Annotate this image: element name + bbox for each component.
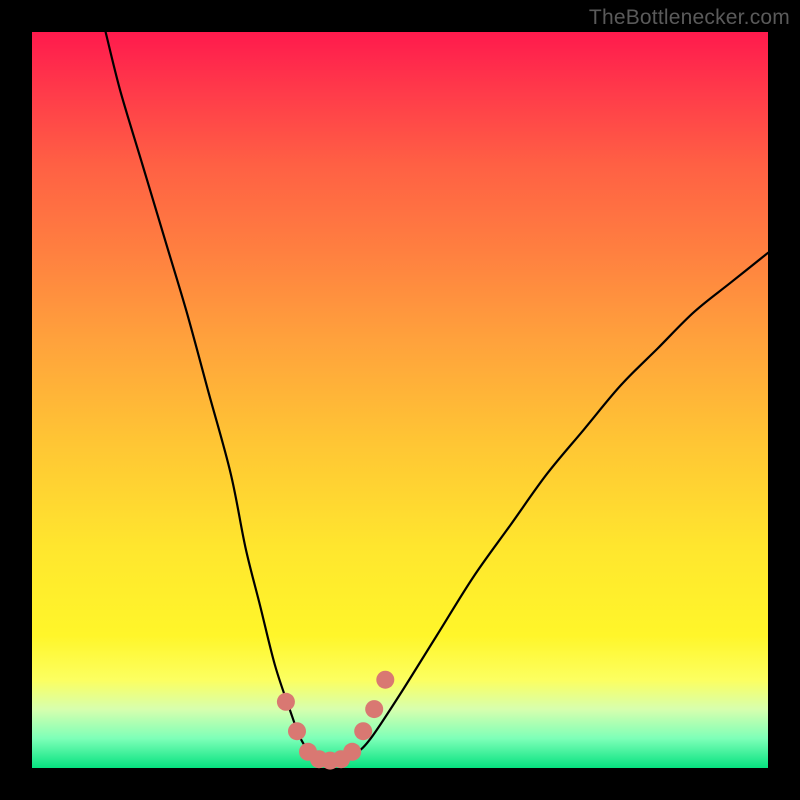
marker-dot <box>376 671 394 689</box>
marker-dot <box>288 722 306 740</box>
marker-dot <box>277 693 295 711</box>
marker-dot <box>365 700 383 718</box>
marker-dot <box>354 722 372 740</box>
marker-dot <box>343 743 361 761</box>
bottleneck-curve <box>106 32 768 762</box>
chart-area <box>32 32 768 768</box>
bottleneck-plot <box>32 32 768 768</box>
watermark-text: TheBottlenecker.com <box>589 6 790 30</box>
